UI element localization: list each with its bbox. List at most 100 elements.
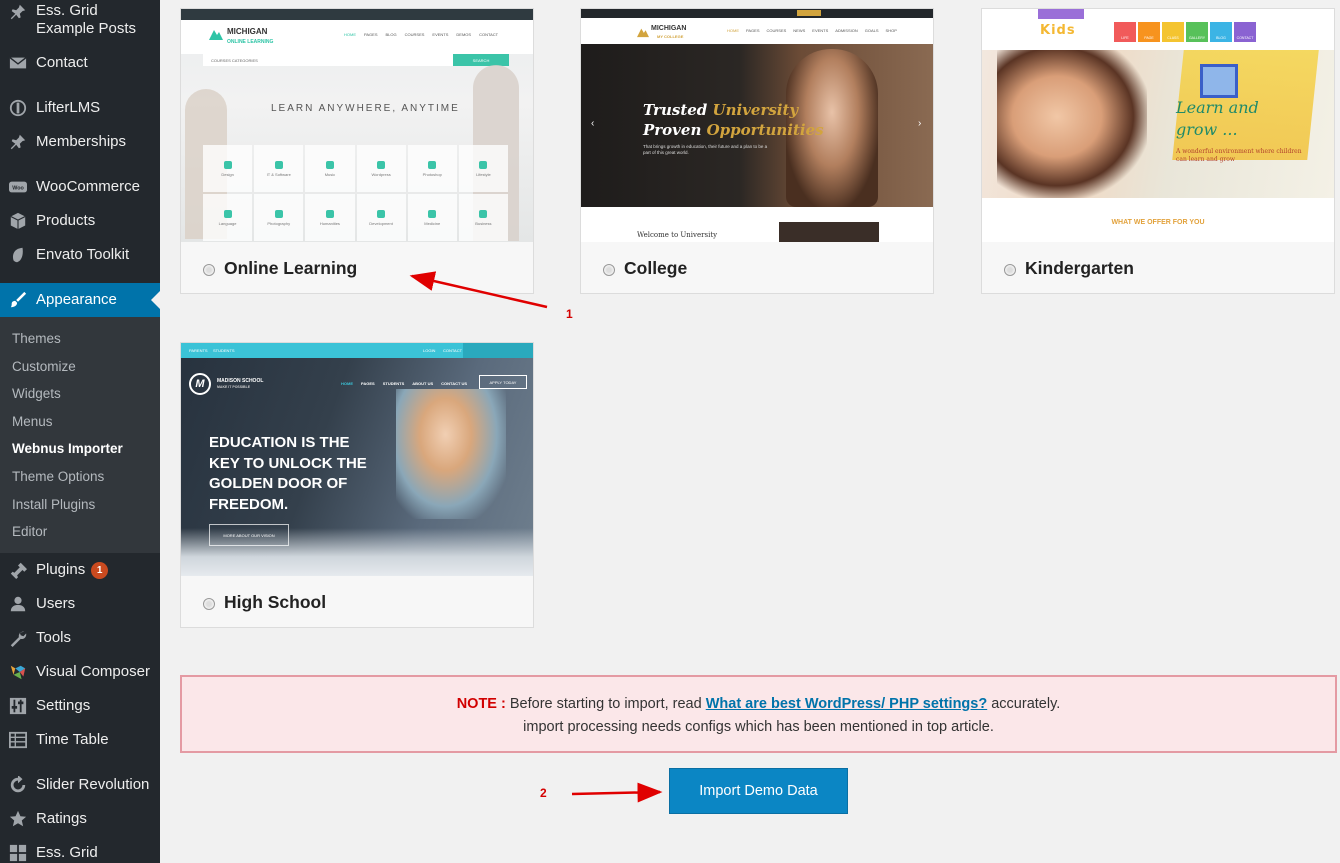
demo-thumbnail[interactable]: PARENTS STUDENTS LOGIN CONTACT M MADISON… <box>181 343 533 576</box>
menu-item-essgrid-posts[interactable]: Ess. Grid Example Posts <box>0 2 160 38</box>
appearance-submenu: Themes Customize Widgets Menus Webnus Im… <box>0 317 160 553</box>
demo-radio[interactable] <box>1004 264 1016 276</box>
category-icon <box>377 209 386 218</box>
import-demo-data-button[interactable]: Import Demo Data <box>669 768 848 814</box>
pin-icon <box>9 3 27 21</box>
thumb-category-tile: Wordpress <box>356 145 406 192</box>
thumb-welcome: Welcome to University <box>637 231 718 239</box>
plugins-label: Plugins <box>36 561 86 578</box>
submenu-customize[interactable]: Customize <box>12 359 76 374</box>
thumb-logo: Kids <box>1040 23 1076 38</box>
thumb-tagline: MY COLLEGE <box>657 34 684 39</box>
menu-item-appearance[interactable]: Appearance <box>0 283 160 317</box>
demo-thumbnail[interactable]: MICHIGAN MY COLLEGE HOME PAGES COURSES NEWS… <box>581 9 933 242</box>
star-icon <box>9 810 27 828</box>
menu-item-users[interactable]: Users <box>0 593 160 615</box>
demo-title[interactable]: College <box>624 258 687 279</box>
menu-item-ratings[interactable]: Ratings <box>0 808 160 830</box>
thumb-nav: HOME PAGES STUDENTS ABOUT US CONTACT US <box>341 381 468 386</box>
demo-card-online-learning[interactable]: MICHIGAN ONLINE LEARNING HOME PAGES BLOG CO… <box>180 8 534 294</box>
thumb-search-bar: COURSES CATEGORIES SEARCH <box>203 54 509 66</box>
woo-icon: Woo <box>9 178 27 196</box>
demo-thumbnail[interactable]: MICHIGAN ONLINE LEARNING HOME PAGES BLOG CO… <box>181 9 533 242</box>
menu-item-plugins[interactable]: Plugins 1 <box>0 559 160 581</box>
menu-label: Products <box>36 212 96 229</box>
demo-card-footer: College <box>581 242 933 293</box>
menu-item-time-table[interactable]: Time Table <box>0 729 160 751</box>
demo-title[interactable]: Online Learning <box>224 258 357 279</box>
thumb-hero-line2: Proven Opportunities <box>643 121 824 139</box>
demo-radio[interactable] <box>203 598 215 610</box>
menu-label: Envato Toolkit <box>36 246 130 263</box>
menu-label: Contact <box>36 54 88 71</box>
menu-item-woocommerce[interactable]: Woo WooCommerce <box>0 176 160 198</box>
thumb-category-tile: IT & Software <box>254 145 304 192</box>
thumb-nav-block: CONTACT <box>1234 22 1256 42</box>
submenu-webnus-importer[interactable]: Webnus Importer <box>12 441 123 456</box>
thumb-hero-line1: Trusted University <box>643 101 799 119</box>
thumb-topbar <box>181 9 533 20</box>
note-text-after: accurately. <box>987 696 1061 712</box>
user-icon <box>9 595 27 613</box>
submenu-install-plugins[interactable]: Install Plugins <box>12 497 95 512</box>
thumb-category-tile: Music <box>305 145 355 192</box>
demo-card-college[interactable]: MICHIGAN MY COLLEGE HOME PAGES COURSES NEWS… <box>580 8 934 294</box>
menu-item-slider-revolution[interactable]: Slider Revolution <box>0 774 160 796</box>
submenu-widgets[interactable]: Widgets <box>12 386 61 401</box>
demo-title[interactable]: Kindergarten <box>1025 258 1134 279</box>
menu-item-lifterlms[interactable]: LifterLMS <box>0 97 160 119</box>
category-icon <box>274 160 283 169</box>
demo-thumbnail[interactable]: Kids LIFE PAGE CLASS GALLERY BLOG CONTACT Lea… <box>982 9 1334 242</box>
submenu-themes[interactable]: Themes <box>12 331 61 346</box>
menu-item-products[interactable]: Products <box>0 210 160 232</box>
menu-item-settings[interactable]: Settings <box>0 695 160 717</box>
envelope-icon <box>9 54 27 72</box>
thumb-section-photo <box>779 222 879 242</box>
menu-item-envato[interactable]: Envato Toolkit <box>0 244 160 266</box>
demo-card-kindergarten[interactable]: Kids LIFE PAGE CLASS GALLERY BLOG CONTACT Lea… <box>981 8 1335 294</box>
submenu-editor[interactable]: Editor <box>12 524 47 539</box>
annotation-number-2: 2 <box>540 786 547 800</box>
category-icon <box>479 209 488 218</box>
category-icon <box>325 209 334 218</box>
menu-item-contact[interactable]: Contact <box>0 52 160 74</box>
thumb-hero-text: LEARN ANYWHERE, ANYTIME <box>271 103 460 114</box>
thumb-navbar: MICHIGAN MY COLLEGE HOME PAGES COURSES NEWS… <box>581 18 933 44</box>
thumb-cta-button: MORE ABOUT OUR VISION <box>209 524 289 546</box>
thumb-topbar-accent <box>797 10 821 16</box>
annotation-arrow-2 <box>571 782 663 803</box>
thumb-nav-block: GALLERY <box>1186 22 1208 42</box>
thumb-hero-slide: Trusted University Proven Opportunities … <box>581 44 933 207</box>
menu-item-visual-composer[interactable]: Visual Composer <box>0 661 160 683</box>
thumb-nav-block: BLOG <box>1210 22 1232 42</box>
thumb-nav: HOME PAGES BLOG COURSES EVENTS DEMOS CONTACT <box>344 32 499 37</box>
menu-item-essgrid[interactable]: Ess. Grid <box>0 842 160 863</box>
menu-label: Ess. Grid Example Posts <box>36 2 137 37</box>
slider-next-icon: › <box>918 118 922 129</box>
category-icon <box>377 160 386 169</box>
thumb-apply-button: APPLY TODAY <box>479 375 527 389</box>
category-icon <box>428 160 437 169</box>
mountain-logo-icon <box>209 27 223 41</box>
menu-label: Time Table <box>36 731 109 748</box>
thumb-category-tile: Humanities <box>305 194 355 241</box>
demo-card-footer: High School <box>181 576 533 627</box>
submenu-menus[interactable]: Menus <box>12 414 53 429</box>
demo-card-high-school[interactable]: PARENTS STUDENTS LOGIN CONTACT M MADISON… <box>180 342 534 628</box>
mountain-logo-icon <box>637 25 649 38</box>
note-text-before: Before starting to import, read <box>505 696 706 712</box>
settings-article-link[interactable]: What are best WordPress/ PHP settings? <box>706 696 987 712</box>
box-icon <box>9 212 27 230</box>
sliders-icon <box>9 697 27 715</box>
menu-item-tools[interactable]: Tools <box>0 627 160 649</box>
thumb-hero-line2: grow ... <box>1176 120 1238 139</box>
demo-radio[interactable] <box>603 264 615 276</box>
menu-item-memberships[interactable]: Memberships <box>0 131 160 153</box>
thumb-nav-block: CLASS <box>1162 22 1184 42</box>
madison-logo-icon: M <box>189 373 211 395</box>
brush-icon <box>9 291 27 309</box>
demo-radio[interactable] <box>203 264 215 276</box>
thumb-category-tile: Design <box>203 145 253 192</box>
submenu-theme-options[interactable]: Theme Options <box>12 469 104 484</box>
demo-title[interactable]: High School <box>224 592 326 613</box>
